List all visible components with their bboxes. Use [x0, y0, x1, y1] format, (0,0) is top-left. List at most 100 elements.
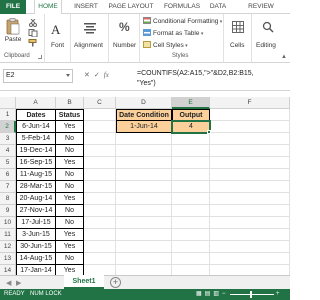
cell-c7[interactable] — [84, 181, 116, 193]
cell-e7[interactable] — [172, 181, 210, 193]
page-break-view-icon[interactable]: ▥ — [213, 291, 222, 297]
fill-handle[interactable] — [207, 130, 211, 134]
cell-f7[interactable] — [210, 181, 290, 193]
cell-f6[interactable] — [210, 169, 290, 181]
cell-a1[interactable]: Dates — [16, 109, 56, 121]
cell-b5[interactable]: Yes — [56, 157, 84, 169]
column-header-f[interactable]: F — [210, 97, 290, 109]
format-as-table-button[interactable]: Format as Table ▾ — [143, 29, 203, 39]
cell-f4[interactable] — [210, 145, 290, 157]
cell-b10[interactable]: No — [56, 217, 84, 229]
cell-c3[interactable] — [84, 133, 116, 145]
cell-c13[interactable] — [84, 253, 116, 265]
sheet-tab-sheet1[interactable]: Sheet1 — [64, 275, 104, 289]
cell-e10[interactable] — [172, 217, 210, 229]
row-header-4[interactable]: 4 — [0, 145, 16, 157]
cell-b9[interactable]: No — [56, 205, 84, 217]
cell-b13[interactable]: No — [56, 253, 84, 265]
cell-d13[interactable] — [116, 253, 172, 265]
cell-d2[interactable]: 1-Jun-14 — [116, 121, 172, 133]
cancel-icon[interactable]: ✕ — [84, 72, 94, 79]
cell-c2[interactable] — [84, 121, 116, 133]
tab-home[interactable]: HOME — [34, 0, 62, 15]
zoom-thumb[interactable] — [250, 291, 252, 298]
cell-e3[interactable] — [172, 133, 210, 145]
cell-a7[interactable]: 28-Mar-15 — [16, 181, 56, 193]
new-sheet-button[interactable]: + — [110, 277, 121, 288]
cell-e12[interactable] — [172, 241, 210, 253]
name-box[interactable]: E2 — [3, 69, 73, 83]
cell-e1[interactable]: Output — [172, 109, 210, 121]
zoom-in-icon[interactable]: + — [276, 289, 280, 300]
cell-c10[interactable] — [84, 217, 116, 229]
cell-c1[interactable] — [84, 109, 116, 121]
cell-c8[interactable] — [84, 193, 116, 205]
cell-b11[interactable]: Yes — [56, 229, 84, 241]
paste-button[interactable]: Paste — [2, 18, 24, 43]
cell-a2[interactable]: 6-Jun-14 — [16, 121, 56, 133]
zoom-out-icon[interactable]: − — [222, 289, 226, 300]
cell-d4[interactable] — [116, 145, 172, 157]
insert-function-icon[interactable]: fx — [104, 71, 109, 79]
cell-b7[interactable]: No — [56, 181, 84, 193]
column-header-c[interactable]: C — [84, 97, 116, 109]
cell-d6[interactable] — [116, 169, 172, 181]
row-header-3[interactable]: 3 — [0, 133, 16, 145]
cell-c4[interactable] — [84, 145, 116, 157]
cell-d8[interactable] — [116, 193, 172, 205]
tab-review[interactable]: REVIEW — [244, 0, 278, 14]
cell-b12[interactable]: Yes — [56, 241, 84, 253]
cell-a10[interactable]: 17-Jul-15 — [16, 217, 56, 229]
column-header-a[interactable]: A — [16, 97, 56, 109]
cell-e9[interactable] — [172, 205, 210, 217]
cell-f8[interactable] — [210, 193, 290, 205]
cell-d1[interactable]: Date Condition — [116, 109, 172, 121]
cell-c5[interactable] — [84, 157, 116, 169]
tab-data[interactable]: DATA — [206, 0, 230, 14]
tab-file[interactable]: FILE — [0, 0, 26, 14]
cell-c9[interactable] — [84, 205, 116, 217]
format-painter-icon[interactable] — [28, 39, 38, 47]
row-header-6[interactable]: 6 — [0, 169, 16, 181]
cell-b6[interactable]: No — [56, 169, 84, 181]
cell-f3[interactable] — [210, 133, 290, 145]
next-sheet-icon[interactable]: ▶ — [16, 279, 21, 287]
row-header-7[interactable]: 7 — [0, 181, 16, 193]
cell-a8[interactable]: 20-Aug-14 — [16, 193, 56, 205]
collapse-ribbon-icon[interactable]: ▲ — [281, 54, 287, 60]
cut-icon[interactable] — [28, 19, 38, 27]
cell-d11[interactable] — [116, 229, 172, 241]
cell-c12[interactable] — [84, 241, 116, 253]
formula-input[interactable]: =COUNTIFS(A2:A15,">"&D2,B2:B15, "Yes") — [137, 69, 287, 89]
cell-f11[interactable] — [210, 229, 290, 241]
cell-f2[interactable] — [210, 121, 290, 133]
editing-group[interactable]: Editing — [252, 14, 284, 63]
alignment-group[interactable]: Alignment — [71, 14, 109, 63]
cell-a4[interactable]: 19-Dec-14 — [16, 145, 56, 157]
font-group[interactable]: A Font — [45, 14, 71, 63]
cell-a11[interactable]: 3-Jun-15 — [16, 229, 56, 241]
cell-e2[interactable]: 4 — [172, 121, 210, 133]
cell-a12[interactable]: 30-Jun-15 — [16, 241, 56, 253]
normal-view-icon[interactable]: ▦ — [196, 291, 205, 297]
cell-b1[interactable]: Status — [56, 109, 84, 121]
row-header-10[interactable]: 10 — [0, 217, 16, 229]
prev-sheet-icon[interactable]: ◀ — [6, 279, 11, 287]
row-header-11[interactable]: 11 — [0, 229, 16, 241]
zoom-slider[interactable]: − + — [222, 289, 282, 300]
cell-b4[interactable]: No — [56, 145, 84, 157]
cell-a9[interactable]: 27-Nov-14 — [16, 205, 56, 217]
cell-c6[interactable] — [84, 169, 116, 181]
cell-f13[interactable] — [210, 253, 290, 265]
row-header-8[interactable]: 8 — [0, 193, 16, 205]
cell-d7[interactable] — [116, 181, 172, 193]
cell-d12[interactable] — [116, 241, 172, 253]
column-header-b[interactable]: B — [56, 97, 84, 109]
cell-e8[interactable] — [172, 193, 210, 205]
select-all-corner[interactable] — [0, 97, 16, 109]
cell-a6[interactable]: 11-Aug-15 — [16, 169, 56, 181]
cell-f5[interactable] — [210, 157, 290, 169]
cell-f12[interactable] — [210, 241, 290, 253]
cell-b3[interactable]: No — [56, 133, 84, 145]
row-header-9[interactable]: 9 — [0, 205, 16, 217]
